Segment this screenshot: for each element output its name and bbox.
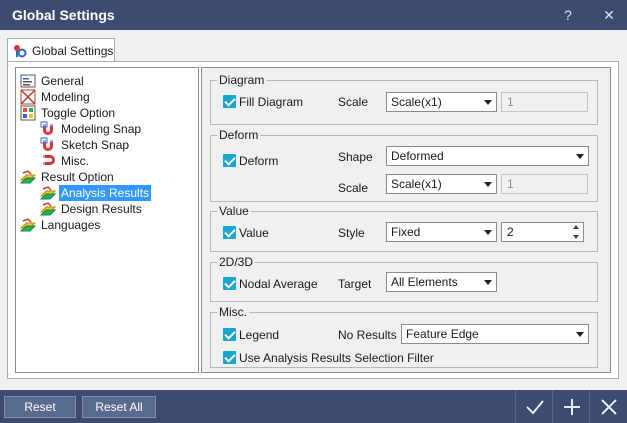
- close-icon: [601, 399, 617, 415]
- nodal-average-label: Nodal Average: [239, 277, 318, 291]
- scale-label: Scale: [338, 181, 369, 195]
- window-title: Global Settings: [12, 7, 115, 23]
- spin-down-icon[interactable]: [569, 232, 583, 241]
- reset-button[interactable]: Reset: [4, 396, 76, 418]
- chevron-down-icon: [484, 100, 492, 105]
- group-2d-3d: 2D/3D Nodal Average Target All Elements: [210, 255, 598, 302]
- modeling-icon: [20, 89, 36, 105]
- legend-checkbox[interactable]: [223, 328, 236, 341]
- close-button[interactable]: ✕: [598, 4, 620, 26]
- scale-label: Scale: [338, 95, 369, 109]
- value-checkbox[interactable]: [223, 226, 236, 239]
- general-settings-icon: [20, 74, 36, 88]
- languages-icon: [20, 218, 36, 232]
- group-title: 2D/3D: [217, 255, 256, 269]
- style-label: Style: [338, 226, 365, 240]
- group-deform: Deform Deform Shape Deformed Scale Scale…: [210, 128, 598, 202]
- group-diagram: Diagram Fill Diagram Scale Scale(x1) 1: [210, 73, 598, 125]
- fill-diagram-label: Fill Diagram: [239, 95, 304, 109]
- chevron-down-icon: [576, 332, 584, 337]
- value-label: Value: [239, 226, 269, 240]
- chevron-down-icon: [484, 280, 492, 285]
- result-option-icon: [20, 170, 36, 184]
- no-results-dropdown[interactable]: Feature Edge: [401, 324, 589, 344]
- deform-scale-factor-input[interactable]: 1: [501, 174, 588, 194]
- shape-dropdown[interactable]: Deformed: [386, 146, 589, 166]
- group-title: Value: [217, 204, 251, 218]
- dialog-body: Global Settings General Modeling Toggle …: [0, 30, 627, 390]
- shape-label: Shape: [338, 150, 373, 164]
- tab-label: Global Settings: [32, 44, 114, 58]
- cancel-button[interactable]: [589, 390, 627, 423]
- footer-bar: Reset Reset All: [0, 390, 627, 423]
- title-bar: Global Settings ? ✕: [0, 0, 627, 30]
- deform-scale-dropdown[interactable]: Scale(x1): [386, 174, 497, 194]
- diagram-scale-dropdown[interactable]: Scale(x1): [386, 92, 497, 112]
- apply-button[interactable]: [552, 390, 589, 423]
- plus-icon: [564, 399, 580, 415]
- group-title: Deform: [217, 128, 261, 142]
- ok-button[interactable]: [515, 390, 552, 423]
- selection-filter-label: Use Analysis Results Selection Filter: [239, 351, 434, 365]
- analysis-results-icon: [40, 186, 56, 200]
- settings-area: Diagram Fill Diagram Scale Scale(x1) 1 D…: [201, 67, 611, 373]
- decimal-places-spinbox[interactable]: 2: [501, 222, 584, 242]
- settings-tree[interactable]: General Modeling Toggle Option Modeling …: [15, 67, 199, 373]
- group-value: Value Value Style Fixed 2: [210, 204, 598, 252]
- tab-global-settings[interactable]: Global Settings: [7, 38, 115, 62]
- target-dropdown[interactable]: All Elements: [386, 272, 497, 292]
- global-settings-icon: [14, 45, 27, 58]
- group-misc: Misc. Legend No Results Feature Edge Use…: [210, 305, 598, 368]
- chevron-down-icon: [484, 182, 492, 187]
- group-title: Diagram: [217, 73, 267, 87]
- design-results-icon: [40, 202, 56, 216]
- diagram-scale-factor-input[interactable]: 1: [501, 92, 588, 112]
- fill-diagram-checkbox[interactable]: [223, 95, 236, 108]
- chevron-down-icon: [576, 154, 584, 159]
- selection-filter-checkbox[interactable]: [223, 351, 236, 364]
- spin-buttons[interactable]: [569, 223, 583, 243]
- magnet-snap-icon: [40, 121, 53, 135]
- spin-up-icon[interactable]: [569, 223, 583, 232]
- magnet-snap-icon: [40, 137, 53, 151]
- value-style-dropdown[interactable]: Fixed: [386, 222, 497, 242]
- deform-checkbox[interactable]: [223, 154, 236, 167]
- tab-panel: General Modeling Toggle Option Modeling …: [7, 61, 619, 379]
- chevron-down-icon: [484, 230, 492, 235]
- deform-label: Deform: [239, 154, 279, 168]
- reset-all-button[interactable]: Reset All: [82, 396, 156, 418]
- target-label: Target: [338, 277, 372, 291]
- group-title: Misc.: [217, 305, 249, 319]
- checkmark-icon: [526, 400, 544, 415]
- nodal-average-checkbox[interactable]: [223, 277, 236, 290]
- legend-label: Legend: [239, 328, 280, 342]
- help-button[interactable]: ?: [557, 4, 579, 26]
- no-results-label: No Results: [338, 328, 397, 342]
- toggle-option-icon: [20, 105, 36, 121]
- magnet-icon: [43, 155, 55, 165]
